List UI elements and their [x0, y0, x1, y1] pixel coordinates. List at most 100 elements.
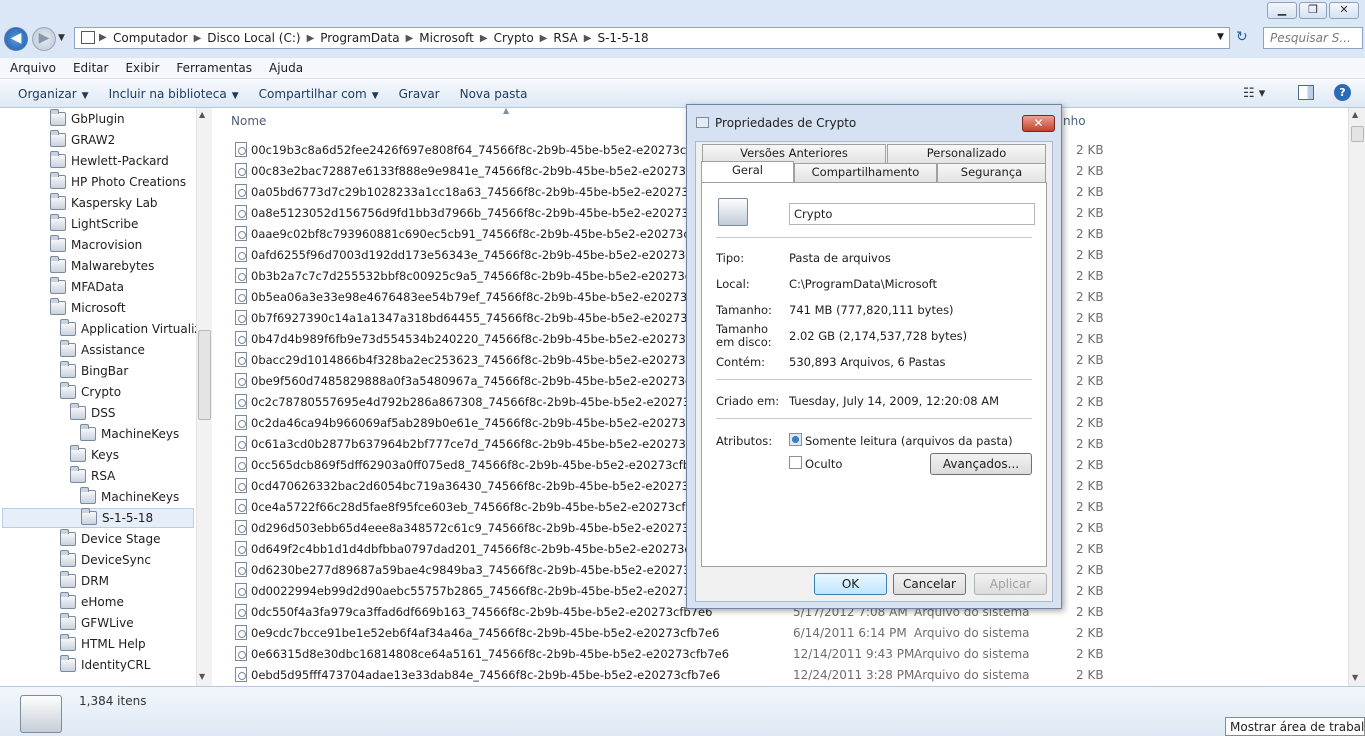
tree-item[interactable]: Hewlett-Packard [0, 151, 169, 171]
column-header-size[interactable]: nho [1063, 114, 1086, 128]
breadcrumb-separator[interactable]: ▶ [404, 33, 416, 44]
tree-item[interactable]: Malwarebytes [0, 256, 154, 276]
advanced-button[interactable]: Avançados... [930, 453, 1032, 475]
tree-item-label: DRM [81, 574, 109, 588]
refresh-icon[interactable]: ↻ [1236, 29, 1248, 45]
tree-item[interactable]: HP Photo Creations [0, 172, 186, 192]
breadcrumb-disco-local[interactable]: Disco Local (C:) [203, 31, 304, 45]
menu-ferramentas[interactable]: Ferramentas [166, 61, 259, 75]
tree-item[interactable]: DeviceSync [0, 550, 151, 570]
tree-item[interactable]: Crypto [0, 382, 121, 402]
address-dropdown-icon[interactable]: ▼ [1217, 32, 1224, 42]
main-scrollbar[interactable]: ▲ ▼ [1348, 108, 1365, 686]
breadcrumb-separator[interactable]: ▶ [582, 33, 594, 44]
scroll-down-icon[interactable]: ▼ [199, 672, 205, 681]
breadcrumb-separator[interactable]: ▶ [192, 33, 204, 44]
tree-item[interactable]: DSS [0, 403, 115, 423]
tree-item[interactable]: Application Virtualiza [0, 319, 208, 339]
tree-item[interactable]: Kaspersky Lab [0, 193, 158, 213]
menu-ajuda[interactable]: Ajuda [259, 61, 310, 75]
share-with-button[interactable]: Compartilhar com ▼ [249, 87, 389, 101]
system-file-icon [235, 352, 247, 367]
menu-arquivo[interactable]: Arquivo [0, 61, 63, 75]
tree-item[interactable]: Microsoft [0, 298, 126, 318]
file-row[interactable]: 0e9cdc7bcce91be1e52eb6f4af34a46a_74566f8… [213, 622, 1343, 643]
new-folder-button[interactable]: Nova pasta [450, 87, 538, 101]
search-input[interactable]: Pesquisar S... [1263, 27, 1363, 49]
readonly-label[interactable]: Somente leitura (arquivos da pasta) [805, 434, 1013, 448]
tree-item[interactable]: Keys [0, 445, 119, 465]
tab-compartilhamento[interactable]: Compartilhamento [794, 163, 937, 182]
tree-item[interactable]: Device Stage [0, 529, 161, 549]
file-row[interactable]: 0ebd5d95fff473704adae13e33dab84e_74566f8… [213, 664, 1343, 685]
tab-seguranca[interactable]: Segurança [937, 163, 1046, 182]
show-desktop-button[interactable]: Mostrar área de trabalho [1225, 717, 1365, 736]
forward-arrow-icon: ▶ [38, 30, 50, 46]
tree-item[interactable]: LightScribe [0, 214, 138, 234]
tree-item[interactable]: DRM [0, 571, 109, 591]
breadcrumb-rsa[interactable]: RSA [549, 31, 581, 45]
file-size: 2 KB [1076, 520, 1104, 535]
view-options-icon[interactable]: ☷ ▾ [1243, 86, 1265, 101]
tree-item[interactable]: eHome [0, 592, 124, 612]
forward-button[interactable]: ▶ [32, 27, 56, 51]
breadcrumb-crypto[interactable]: Crypto [490, 31, 538, 45]
address-bar[interactable]: ▶ Computador ▶ Disco Local (C:) ▶ ProgramD… [74, 27, 1230, 49]
tree-item[interactable]: IdentityCRL [0, 655, 150, 675]
tree-item[interactable]: GFWLive [0, 613, 134, 633]
maximize-button[interactable]: ❐ [1299, 2, 1327, 19]
minimize-button[interactable]: ▁ [1267, 2, 1297, 19]
menu-exibir[interactable]: Exibir [115, 61, 166, 75]
tab-personalizado[interactable]: Personalizado [887, 144, 1046, 163]
hidden-checkbox[interactable] [789, 456, 802, 469]
tree-item[interactable]: MachineKeys [0, 487, 179, 507]
scroll-up-icon[interactable]: ▲ [199, 110, 205, 119]
file-row[interactable]: 0e66315d8e30dbc16814808ce64a5161_74566f8… [213, 643, 1343, 664]
help-icon[interactable]: ? [1334, 84, 1351, 101]
breadcrumb-microsoft[interactable]: Microsoft [415, 31, 478, 45]
preview-pane-icon[interactable] [1298, 85, 1314, 100]
hidden-label[interactable]: Oculto [805, 457, 842, 471]
include-in-library-button[interactable]: Incluir na biblioteca ▼ [99, 87, 249, 101]
tree-item[interactable]: Macrovision [0, 235, 142, 255]
menu-editar[interactable]: Editar [63, 61, 116, 75]
close-window-button[interactable]: ✕ [1329, 2, 1359, 19]
apply-button[interactable]: Aplicar [974, 573, 1047, 595]
back-button[interactable]: ◀ [4, 27, 28, 51]
file-name: 0be9f560d7485829888a0f3a5480967a_74566f8… [251, 373, 725, 388]
cancel-button[interactable]: Cancelar [893, 573, 966, 595]
tree-item[interactable]: BingBar [0, 361, 128, 381]
breadcrumb-s-1-5-18[interactable]: S-1-5-18 [593, 31, 652, 45]
main-scroll-thumb[interactable] [1351, 126, 1364, 142]
nav-scrollbar[interactable]: ▲ ▼ [196, 108, 212, 686]
recent-pages-dropdown[interactable]: ▼ [58, 33, 65, 43]
breadcrumb-separator[interactable]: ▶ [305, 33, 317, 44]
tree-item[interactable]: S-1-5-18 [2, 508, 194, 528]
scroll-down-icon[interactable]: ▼ [1352, 673, 1358, 682]
folder-name-input[interactable]: Crypto [789, 203, 1035, 225]
folder-icon [60, 571, 76, 588]
tree-item[interactable]: MachineKeys [0, 424, 179, 444]
readonly-checkbox[interactable] [789, 433, 802, 446]
organize-button[interactable]: Organizar ▼ [8, 87, 99, 101]
tree-item[interactable]: RSA [0, 466, 115, 486]
breadcrumb-separator[interactable]: ▶ [538, 33, 550, 44]
ok-button[interactable]: OK [814, 573, 887, 595]
tree-item[interactable]: MFAData [0, 277, 124, 297]
scroll-up-icon[interactable]: ▲ [1352, 110, 1358, 119]
nav-scroll-thumb[interactable] [198, 330, 211, 420]
breadcrumb-computador[interactable]: Computador [109, 31, 192, 45]
breadcrumb-programdata[interactable]: ProgramData [316, 31, 403, 45]
column-header-name[interactable]: Nome [231, 114, 266, 128]
tree-item[interactable]: Assistance [0, 340, 145, 360]
tree-item[interactable]: GRAW2 [0, 130, 115, 150]
breadcrumb-separator[interactable]: ▶ [478, 33, 490, 44]
tree-item-label: HTML Help [81, 637, 146, 651]
system-file-icon [235, 646, 247, 661]
dialog-close-button[interactable]: ✕ [1022, 115, 1055, 132]
burn-button[interactable]: Gravar [389, 87, 450, 101]
tab-geral[interactable]: Geral [701, 161, 794, 182]
tree-item-label: RSA [91, 469, 116, 483]
tree-item[interactable]: GbPlugin [0, 109, 125, 129]
tree-item[interactable]: HTML Help [0, 634, 146, 654]
